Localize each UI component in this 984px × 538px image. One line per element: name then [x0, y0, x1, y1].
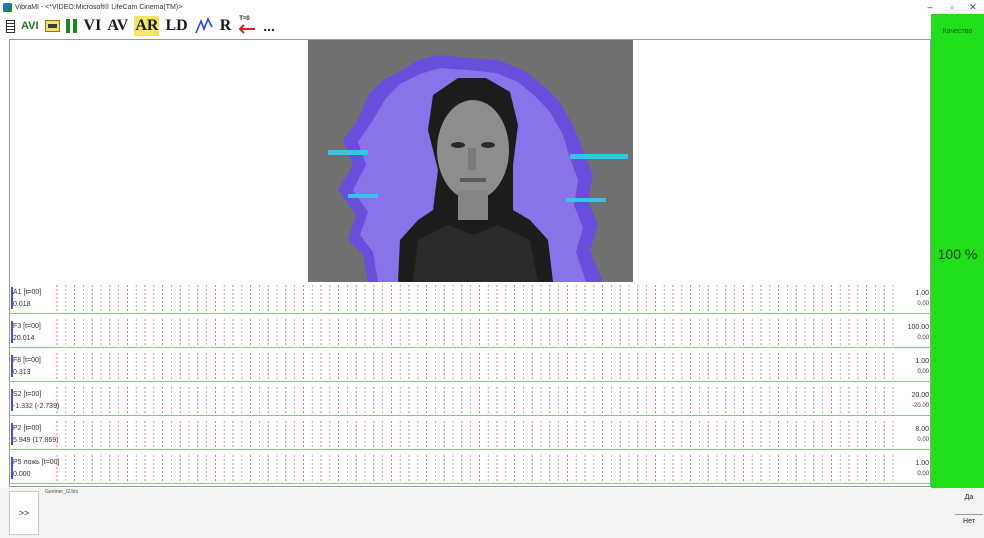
graph-label: A1 [t=00] — [13, 289, 42, 296]
camera-icon[interactable] — [44, 20, 60, 32]
expand-button[interactable]: >> — [9, 491, 39, 535]
graph-min: 0.00 — [917, 301, 929, 307]
graph-label: F3 [t=00] — [13, 323, 41, 330]
graph-p5[interactable]: P5 ложь [t=00] 0.000 1.00 0.00 — [10, 453, 931, 484]
graph-max: 100.00 — [907, 324, 929, 331]
grid-lines — [56, 319, 894, 345]
av-button[interactable]: AV — [107, 16, 128, 36]
grid-lines — [56, 285, 894, 311]
graph-grid — [55, 387, 900, 413]
graph-max: 1.00 — [915, 358, 929, 365]
pause-icon[interactable] — [65, 19, 78, 33]
graphs-panel: A1 [t=00] 0.018 1.00 0.00 F3 [t=00] 20.0… — [10, 283, 931, 485]
graph-label: S2 [t=00] — [13, 391, 42, 398]
graph-value: 20.014 — [13, 335, 35, 342]
graph-min: -20.00 — [911, 403, 929, 409]
video-preview — [308, 40, 633, 282]
graph-a1[interactable]: A1 [t=00] 0.018 1.00 0.00 — [10, 283, 931, 314]
file-name: Gentner_t2.bts — [45, 489, 79, 495]
graph-min: 0.00 — [917, 471, 929, 477]
grid-lines — [56, 387, 894, 413]
document-icon[interactable] — [6, 19, 15, 33]
graph-value: 0.018 — [13, 301, 31, 308]
graph-grid — [55, 455, 900, 481]
quality-panel: Качество 100 % — [931, 14, 984, 488]
quality-label: Качество — [942, 28, 973, 35]
grid-lines — [56, 455, 894, 481]
graph-max: 8.00 — [915, 426, 929, 433]
graph-value: 0.000 — [13, 471, 31, 478]
grid-lines — [56, 353, 894, 379]
wave-icon[interactable] — [194, 17, 214, 35]
graph-label: P2 [t=00] — [13, 425, 42, 432]
toolbar: AVI VI AV AR LD R T=0 ... — [0, 14, 931, 38]
graph-value: 5.949 (17.869) — [13, 437, 59, 444]
graph-label: P5 ложь [t=00] — [13, 459, 60, 466]
graph-max: 20.00 — [911, 392, 929, 399]
divider — [955, 514, 983, 515]
app-icon — [3, 2, 12, 12]
graph-label: F8 [t=00] — [13, 357, 41, 364]
graph-value: -1.332 (-2.739) — [13, 403, 60, 410]
ld-button[interactable]: LD — [165, 16, 187, 36]
title-bar: VibraMI - <*VIDEO:Microsoft® LifeCam Cin… — [0, 0, 984, 14]
graph-f8[interactable]: F8 [t=00] 0.313 1.00 0.00 — [10, 351, 931, 382]
avi-button[interactable]: AVI — [21, 16, 39, 36]
graph-max: 1.00 — [915, 290, 929, 297]
reset-time-button[interactable]: T=0 — [237, 16, 257, 36]
more-button[interactable]: ... — [263, 16, 275, 36]
r-button[interactable]: R — [220, 16, 232, 36]
maximize-button[interactable]: ▫ — [942, 0, 962, 14]
graph-max: 1.00 — [915, 460, 929, 467]
yes-button[interactable]: Да — [955, 494, 983, 508]
quality-value: 100 % — [937, 246, 978, 262]
graph-min: 0.00 — [917, 437, 929, 443]
grid-lines — [56, 421, 894, 447]
graph-p2[interactable]: P2 [t=00] 5.949 (17.869) 8.00 0.00 — [10, 419, 931, 450]
graph-grid — [55, 421, 900, 447]
graph-s2[interactable]: S2 [t=00] -1.332 (-2.739) 20.00 -20.00 — [10, 385, 931, 416]
graph-min: 0.00 — [917, 369, 929, 375]
minimize-button[interactable]: – — [920, 0, 940, 14]
graph-grid — [55, 319, 900, 345]
graph-f3[interactable]: F3 [t=00] 20.014 100.00 0.00 — [10, 317, 931, 348]
window-title: VibraMI - <*VIDEO:Microsoft® LifeCam Cin… — [15, 3, 183, 11]
no-button[interactable]: Нет — [955, 518, 983, 532]
graph-grid — [55, 353, 900, 379]
close-button[interactable]: ✕ — [963, 0, 983, 14]
bottom-panel: >> Gentner_t2.bts Да Нет — [0, 488, 984, 538]
arrow-left-icon — [238, 24, 256, 34]
graph-grid — [55, 285, 900, 311]
graph-min: 0.00 — [917, 335, 929, 341]
ar-button[interactable]: AR — [134, 16, 160, 36]
graph-value: 0.313 — [13, 369, 31, 376]
vi-button[interactable]: VI — [84, 16, 102, 36]
